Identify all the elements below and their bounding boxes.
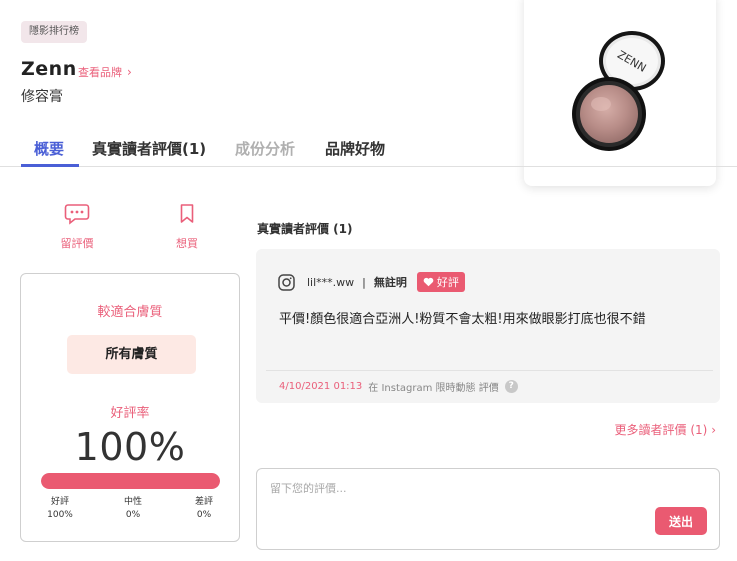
- positive-badge-label: 好評: [436, 276, 459, 289]
- view-brand-link[interactable]: 查看品牌 ›: [78, 64, 132, 80]
- breakdown-negative: 差評 0%: [184, 496, 224, 522]
- want-to-buy-button[interactable]: 想買: [157, 203, 217, 251]
- chevron-right-icon: ›: [127, 65, 132, 79]
- chat-bubble-icon: [64, 204, 90, 225]
- tab-bar: 概要 真實讀者評價(1) 成份分析 品牌好物: [0, 128, 737, 167]
- tab-ingredients[interactable]: 成份分析: [235, 138, 295, 159]
- category-badge: 隱影排行榜: [21, 21, 87, 43]
- breakdown-value: 0%: [196, 510, 212, 520]
- comment-input[interactable]: [270, 482, 650, 495]
- rating-summary-panel: 較適合膚質 所有膚質 好評率 100% 好評 100% 中性 0% 差評 0%: [20, 273, 240, 542]
- review-source: 在 Instagram 限時動態 評價: [368, 383, 499, 394]
- review-text: 平價!顏色很適合亞洲人!粉質不會太粗!用來做眼影打底也很不錯: [279, 312, 646, 327]
- tab-reader-reviews[interactable]: 真實讀者評價(1): [92, 138, 206, 159]
- rating-bar-fill: [41, 473, 220, 489]
- rating-bar: [41, 473, 220, 489]
- breakdown-label: 中性: [123, 497, 142, 507]
- help-icon[interactable]: ?: [504, 380, 518, 393]
- tab-brand-products[interactable]: 品牌好物: [325, 138, 385, 159]
- more-reviews-label: 更多讀者評價 (1): [614, 423, 708, 437]
- instagram-icon[interactable]: [278, 273, 295, 291]
- more-reviews-link[interactable]: 更多讀者評價 (1) ›: [615, 421, 716, 438]
- review-header: lil***.ww | 無註明 好評: [278, 272, 465, 292]
- rating-title: 好評率: [110, 406, 150, 421]
- bookmark-icon: [180, 204, 194, 223]
- positive-badge: 好評: [416, 272, 465, 292]
- product-name: 修容膏: [21, 89, 63, 105]
- write-review-button[interactable]: 留評價: [47, 203, 107, 251]
- breakdown-value: 100%: [47, 510, 73, 520]
- write-review-label: 留評價: [60, 237, 94, 250]
- want-to-buy-label: 想買: [176, 237, 198, 250]
- tab-overview[interactable]: 概要: [34, 138, 64, 159]
- breakdown-label: 差評: [194, 497, 213, 507]
- reviewer-name[interactable]: lil***.ww: [307, 276, 354, 289]
- heart-icon: [423, 277, 434, 287]
- rating-percentage: 100%: [74, 425, 186, 469]
- review-meta: 4/10/2021 01:13 在 Instagram 限時動態 評價 ?: [279, 379, 518, 394]
- review-divider: [266, 370, 713, 371]
- breakdown-label: 好評: [50, 497, 69, 507]
- view-brand-label: 查看品牌: [78, 66, 122, 79]
- breakdown-value: 0%: [125, 510, 141, 520]
- review-date: 4/10/2021 01:13: [279, 381, 363, 392]
- skin-type-tag: 無註明: [373, 276, 407, 289]
- reviews-section-title: 真實讀者評價 (1): [257, 222, 353, 236]
- breakdown-positive: 好評 100%: [40, 496, 80, 522]
- chevron-right-icon: ›: [711, 423, 716, 437]
- comment-box: 送出: [256, 468, 720, 550]
- skin-fit-title: 較適合膚質: [97, 305, 163, 320]
- separator: |: [362, 275, 366, 289]
- submit-button[interactable]: 送出: [655, 507, 707, 535]
- active-tab-indicator: [21, 164, 79, 167]
- skin-fit-value: 所有膚質: [67, 335, 196, 374]
- review-card: lil***.ww | 無註明 好評 平價!顏色很適合亞洲人!粉質不會太粗!用來…: [256, 249, 720, 403]
- brand-name: Zenn: [21, 58, 77, 80]
- breakdown-neutral: 中性 0%: [113, 496, 153, 522]
